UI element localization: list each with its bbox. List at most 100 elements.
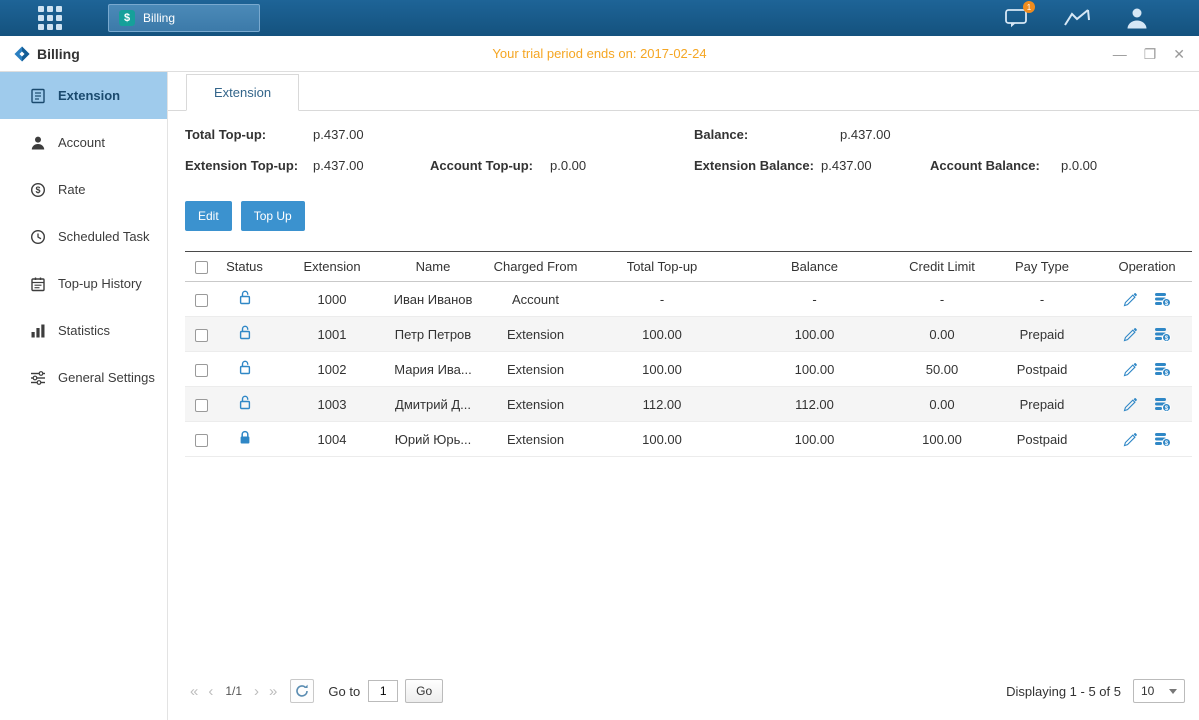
user-icon[interactable] (1123, 6, 1151, 30)
last-page-button[interactable]: » (269, 683, 277, 700)
row-checkbox[interactable] (195, 329, 208, 342)
edit-row-icon[interactable] (1123, 432, 1138, 447)
chat-icon[interactable]: 1 (1003, 6, 1031, 30)
row-checkbox[interactable] (195, 399, 208, 412)
sidebar-item-label: Top-up History (58, 276, 142, 291)
col-pay-type: Pay Type (982, 252, 1102, 282)
col-extension: Extension (272, 252, 392, 282)
titlebar: Billing Your trial period ends on: 2017-… (0, 36, 1199, 72)
top-up-row-icon[interactable]: $ (1154, 432, 1171, 447)
tab-extension[interactable]: Extension (186, 74, 299, 111)
balance-value: p.437.00 (840, 127, 891, 142)
cell-total-topup: 100.00 (597, 317, 727, 352)
chart-icon[interactable] (1063, 6, 1091, 30)
top-up-row-icon[interactable]: $ (1154, 292, 1171, 307)
extensions-table: Status Extension Name Charged From Total… (185, 251, 1192, 457)
select-all-checkbox[interactable] (195, 261, 208, 274)
topbar-tab-label: Billing (143, 11, 175, 25)
edit-button[interactable]: Edit (185, 201, 232, 231)
col-operation: Operation (1102, 252, 1192, 282)
status-unlocked-icon[interactable] (238, 290, 252, 305)
calendar-icon (30, 276, 46, 292)
row-checkbox[interactable] (195, 434, 208, 447)
page-size-value: 10 (1141, 684, 1154, 698)
account-icon (30, 135, 46, 151)
top-up-row-icon[interactable]: $ (1154, 397, 1171, 412)
goto-page-input[interactable] (368, 680, 398, 702)
bar-chart-icon (30, 323, 46, 339)
edit-row-icon[interactable] (1123, 327, 1138, 342)
edit-row-icon[interactable] (1123, 397, 1138, 412)
sidebar-item-label: Scheduled Task (58, 229, 150, 244)
clock-icon (30, 229, 46, 245)
chevron-down-icon (1169, 689, 1177, 694)
extension-balance-label: Extension Balance: (694, 158, 814, 173)
sidebar-item-label: Rate (58, 182, 85, 197)
account-topup-label: Account Top-up: (430, 158, 533, 173)
status-locked-icon[interactable] (238, 430, 252, 445)
sidebar-item-rate[interactable]: $ Rate (0, 166, 167, 213)
billing-logo-icon (14, 46, 30, 62)
sliders-icon (30, 370, 46, 386)
page-size-select[interactable]: 10 (1133, 679, 1185, 703)
total-topup-label: Total Top-up: (185, 127, 266, 142)
table-row: 1004 Юрий Юрь... Extension 100.00 100.00… (185, 422, 1192, 457)
cell-total-topup: 112.00 (597, 387, 727, 422)
row-checkbox[interactable] (195, 364, 208, 377)
tab-bar: Extension (168, 72, 1199, 111)
top-up-button[interactable]: Top Up (241, 201, 305, 231)
extension-icon (30, 88, 46, 104)
go-button[interactable]: Go (405, 679, 443, 703)
cell-charged-from: Extension (474, 387, 597, 422)
cell-balance: 100.00 (727, 317, 902, 352)
edit-row-icon[interactable] (1123, 292, 1138, 307)
sidebar-item-scheduled-task[interactable]: Scheduled Task (0, 213, 167, 260)
status-unlocked-icon[interactable] (238, 325, 252, 340)
row-checkbox[interactable] (195, 294, 208, 307)
maximize-button[interactable]: ❐ (1144, 47, 1157, 61)
col-total-topup: Total Top-up (597, 252, 727, 282)
cell-extension: 1002 (272, 352, 392, 387)
table-row: 1002 Мария Ива... Extension 100.00 100.0… (185, 352, 1192, 387)
cell-charged-from: Extension (474, 422, 597, 457)
first-page-button[interactable]: « (190, 683, 198, 700)
total-topup-value: p.437.00 (313, 127, 364, 142)
cell-credit-limit: 50.00 (902, 352, 982, 387)
sidebar-item-statistics[interactable]: Statistics (0, 307, 167, 354)
cell-charged-from: Extension (474, 317, 597, 352)
sidebar-item-general-settings[interactable]: General Settings (0, 354, 167, 401)
table-row: 1000 Иван Иванов Account - - - - $ (185, 282, 1192, 317)
top-up-row-icon[interactable]: $ (1154, 362, 1171, 377)
cell-total-topup: - (597, 282, 727, 317)
status-unlocked-icon[interactable] (238, 395, 252, 410)
cell-pay-type: Prepaid (982, 387, 1102, 422)
refresh-button[interactable] (290, 679, 314, 703)
close-button[interactable]: ✕ (1173, 47, 1185, 61)
col-credit-limit: Credit Limit (902, 252, 982, 282)
topbar-tab-billing[interactable]: $ Billing (108, 4, 260, 32)
top-up-row-icon[interactable]: $ (1154, 327, 1171, 342)
cell-pay-type: Prepaid (982, 317, 1102, 352)
sidebar-item-extension[interactable]: Extension (0, 72, 167, 119)
table-row: 1001 Петр Петров Extension 100.00 100.00… (185, 317, 1192, 352)
table-row: 1003 Дмитрий Д... Extension 112.00 112.0… (185, 387, 1192, 422)
cell-balance: 100.00 (727, 352, 902, 387)
minimize-button[interactable]: — (1113, 47, 1127, 61)
edit-row-icon[interactable] (1123, 362, 1138, 377)
sidebar-item-account[interactable]: Account (0, 119, 167, 166)
rate-icon: $ (30, 182, 46, 198)
cell-charged-from: Extension (474, 352, 597, 387)
cell-extension: 1003 (272, 387, 392, 422)
apps-grid-icon[interactable] (38, 6, 62, 30)
sidebar: Extension Account $ Rate Scheduled Task … (0, 72, 168, 720)
cell-name: Дмитрий Д... (392, 387, 474, 422)
cell-balance: 112.00 (727, 387, 902, 422)
cell-extension: 1000 (272, 282, 392, 317)
next-page-button[interactable]: › (254, 683, 259, 700)
status-unlocked-icon[interactable] (238, 360, 252, 375)
topbar: $ Billing 1 (0, 0, 1199, 36)
prev-page-button[interactable]: ‹ (208, 683, 213, 700)
sidebar-item-topup-history[interactable]: Top-up History (0, 260, 167, 307)
cell-name: Юрий Юрь... (392, 422, 474, 457)
window-title: Billing (37, 46, 80, 62)
